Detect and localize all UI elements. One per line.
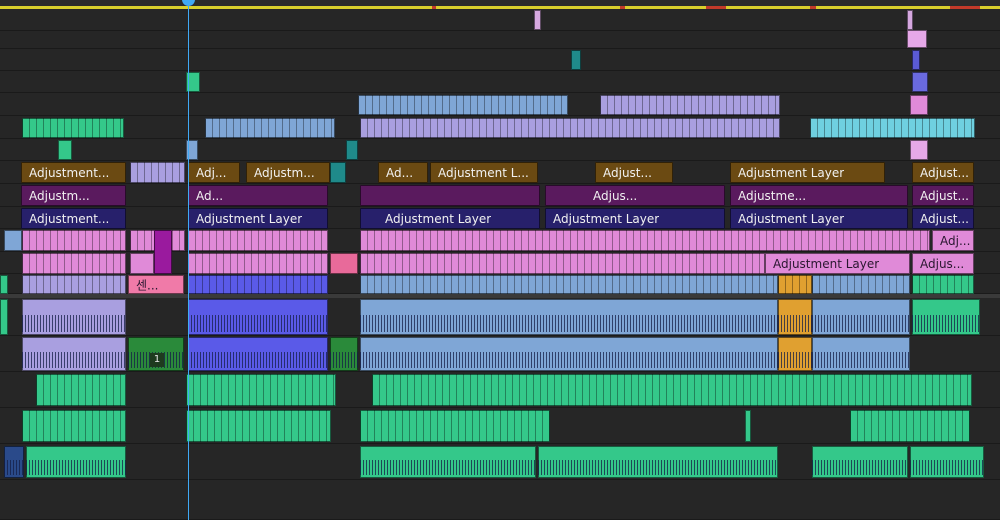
audio-clip[interactable]	[360, 299, 778, 335]
adjustment-layer-clip[interactable]: Adjust...	[912, 162, 974, 183]
video-clip[interactable]	[4, 230, 22, 251]
video-clip[interactable]	[330, 253, 358, 274]
video-clip[interactable]	[188, 230, 328, 251]
adjustment-layer-clip[interactable]: Adjus...	[545, 185, 725, 206]
nested-sequence-clip[interactable]: 1	[128, 337, 184, 371]
adjustment-layer-clip[interactable]: Adj...	[188, 162, 240, 183]
audio-clip[interactable]	[778, 299, 812, 335]
track-v6b[interactable]	[0, 139, 1000, 161]
video-clip[interactable]	[346, 140, 358, 160]
adjustment-layer-clip[interactable]: Adjustment...	[21, 208, 126, 229]
audio-clip[interactable]	[360, 446, 536, 478]
audio-clip[interactable]	[188, 337, 328, 371]
audio-clip[interactable]	[812, 337, 910, 371]
video-clip[interactable]	[154, 230, 172, 274]
video-clip[interactable]	[330, 162, 346, 183]
nest-badge: 1	[150, 353, 164, 367]
adjustment-layer-clip[interactable]: Adjustment Layer	[545, 208, 725, 229]
adjustment-layer-clip[interactable]: Adjustment...	[21, 162, 126, 183]
video-clip[interactable]	[360, 118, 780, 138]
audio-clip[interactable]	[360, 337, 778, 371]
video-clip[interactable]	[58, 140, 72, 160]
video-clip[interactable]	[360, 230, 930, 251]
video-audio-divider[interactable]	[0, 294, 1000, 298]
video-clip[interactable]	[910, 140, 928, 160]
adjustment-layer-clip[interactable]: Adjust...	[595, 162, 673, 183]
audio-clip[interactable]	[910, 446, 984, 478]
video-clip[interactable]	[22, 275, 126, 294]
adjustment-layer-clip[interactable]: Adjustme...	[730, 185, 908, 206]
video-clip[interactable]	[188, 275, 328, 294]
video-clip[interactable]	[188, 253, 328, 274]
audio-clip[interactable]	[186, 410, 331, 442]
track-v12[interactable]	[0, 9, 1000, 31]
video-clip[interactable]	[358, 95, 568, 115]
video-clip[interactable]	[907, 30, 927, 48]
playhead-line[interactable]	[188, 0, 189, 520]
adjustment-layer-clip[interactable]	[360, 185, 540, 206]
audio-clip[interactable]	[812, 446, 908, 478]
audio-clip[interactable]	[330, 337, 358, 371]
audio-clip[interactable]	[188, 299, 328, 335]
video-clip[interactable]	[130, 162, 185, 183]
adjustment-layer-clip[interactable]: Adj...	[932, 230, 974, 251]
video-clip[interactable]	[912, 50, 920, 70]
adjustment-layer-clip[interactable]: Ad...	[378, 162, 428, 183]
video-clip[interactable]	[912, 275, 974, 294]
adjustment-layer-clip[interactable]: Adjustment Layer	[765, 253, 910, 274]
track-v10[interactable]	[0, 49, 1000, 71]
adjustment-layer-clip[interactable]: Adjust...	[912, 185, 974, 206]
video-clip[interactable]	[910, 95, 928, 115]
audio-clip[interactable]	[850, 410, 970, 442]
video-clip[interactable]	[360, 275, 778, 294]
video-clip[interactable]	[205, 118, 335, 138]
audio-clip[interactable]	[4, 446, 24, 478]
adjustment-layer-clip[interactable]: Adjustment Layer	[188, 208, 328, 229]
audio-clip[interactable]	[745, 410, 751, 442]
audio-clip[interactable]	[538, 446, 778, 478]
video-clip[interactable]	[130, 253, 154, 274]
audio-clip[interactable]	[812, 299, 910, 335]
adjustment-layer-clip[interactable]: Adjus...	[912, 253, 974, 274]
video-clip[interactable]	[0, 275, 8, 294]
track-a6[interactable]	[0, 480, 1000, 520]
timeline-panel[interactable]: Adjustment... Adj... Adjustm... Ad... Ad…	[0, 0, 1000, 520]
audio-clip[interactable]	[36, 374, 126, 406]
video-clip[interactable]	[22, 230, 126, 251]
adjustment-layer-clip[interactable]: Adjustm...	[21, 185, 126, 206]
video-clip[interactable]	[571, 50, 581, 70]
video-clip[interactable]: 센...	[128, 275, 184, 294]
video-clip[interactable]	[360, 253, 765, 274]
audio-clip[interactable]	[186, 374, 336, 406]
audio-clip[interactable]	[912, 299, 980, 335]
adjustment-layer-clip[interactable]: Adjustment Layer	[730, 162, 885, 183]
adjustment-layer-clip[interactable]: Adjustment Layer	[730, 208, 908, 229]
video-clip[interactable]	[907, 10, 913, 30]
track-v11[interactable]	[0, 31, 1000, 49]
video-clip[interactable]	[22, 253, 126, 274]
video-clip[interactable]	[22, 118, 124, 138]
video-clip[interactable]	[810, 118, 975, 138]
audio-clip[interactable]	[22, 299, 126, 335]
track-v9[interactable]	[0, 71, 1000, 93]
audio-clip[interactable]	[360, 410, 550, 442]
video-clip[interactable]	[600, 95, 780, 115]
adjustment-layer-clip[interactable]: Adjustment Layer	[360, 208, 540, 229]
adjustment-layer-clip[interactable]: Adjustment L...	[430, 162, 538, 183]
video-clip[interactable]	[812, 275, 910, 294]
audio-clip[interactable]	[778, 337, 812, 371]
video-clip[interactable]	[534, 10, 541, 30]
audio-clip[interactable]	[0, 299, 8, 335]
adjustment-layer-clip[interactable]: Adjustm...	[246, 162, 330, 183]
audio-clip[interactable]	[372, 374, 972, 406]
audio-clip[interactable]	[22, 337, 126, 371]
video-clip[interactable]	[778, 275, 812, 294]
video-clip[interactable]	[912, 72, 928, 92]
audio-clip[interactable]	[26, 446, 126, 478]
adjustment-layer-clip[interactable]: Adjust...	[912, 208, 974, 229]
audio-clip[interactable]	[22, 410, 126, 442]
adjustment-layer-clip[interactable]: Ad...	[188, 185, 328, 206]
